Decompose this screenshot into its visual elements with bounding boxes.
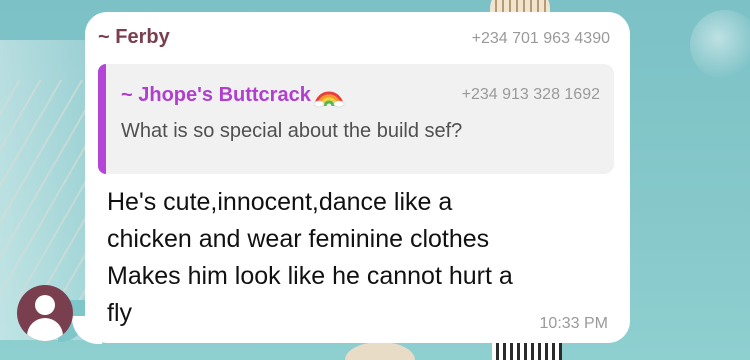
quoted-reply-header: ~ Jhope's Buttcrack +234 913 328 1692 bbox=[121, 82, 600, 108]
message-text: He's cute,innocent,dance like a chicken … bbox=[107, 188, 513, 327]
sender-name[interactable]: ~ Ferby bbox=[98, 26, 170, 49]
avatar[interactable] bbox=[17, 285, 73, 341]
quoted-sender-phone: +234 913 328 1692 bbox=[461, 86, 600, 103]
sender-header: ~ Ferby +234 701 963 4390 bbox=[98, 26, 614, 52]
wallpaper-texture bbox=[0, 80, 90, 300]
wallpaper-tower-bottom bbox=[492, 342, 562, 360]
quoted-sender-name: ~ Jhope's Buttcrack bbox=[121, 83, 311, 106]
quoted-reply[interactable]: ~ Jhope's Buttcrack +234 913 328 1692 Wh… bbox=[98, 64, 614, 174]
sender-phone: +234 701 963 4390 bbox=[471, 30, 610, 47]
avatar-person-body bbox=[27, 318, 63, 341]
message-bubble[interactable]: ~ Ferby +234 701 963 4390 ~ Jhope's Butt… bbox=[85, 12, 630, 343]
wallpaper-dome bbox=[345, 342, 415, 360]
rainbow-icon bbox=[313, 82, 345, 108]
message-timestamp: 10:33 PM bbox=[539, 315, 608, 332]
quoted-message-text: What is so special about the build sef? bbox=[121, 120, 463, 142]
wallpaper-highlight bbox=[690, 10, 750, 80]
avatar-person-head bbox=[35, 295, 55, 315]
quoted-sender: ~ Jhope's Buttcrack bbox=[121, 82, 345, 108]
quoted-reply-bar bbox=[98, 64, 106, 174]
